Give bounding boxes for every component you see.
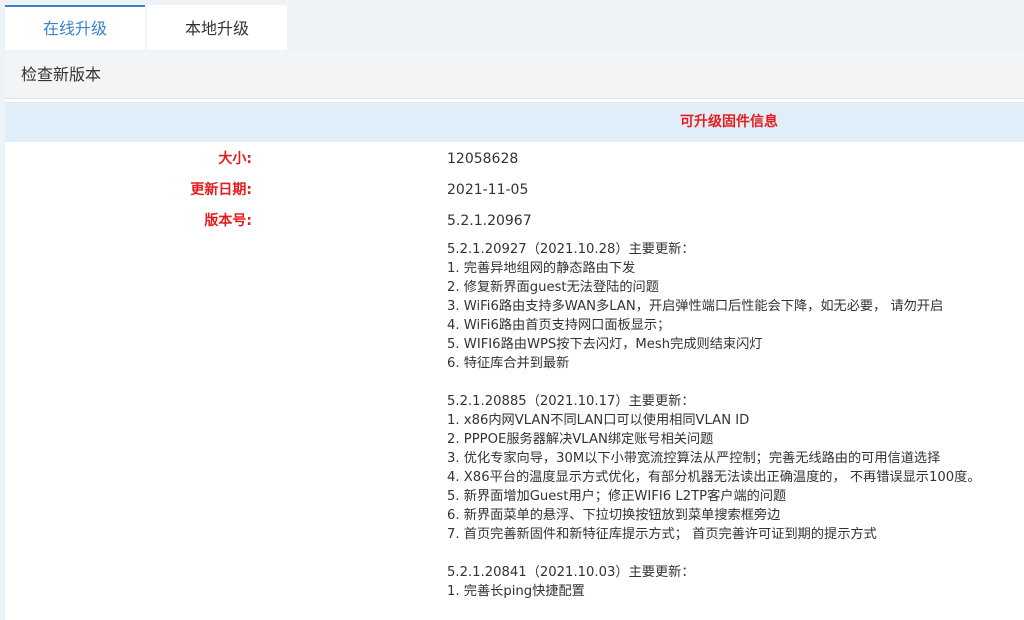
section-title: 检查新版本 [5,52,1024,99]
release-note-item: 2. 修复新界面guest无法登陆的问题 [447,280,659,295]
release-note-item: 3. 优化专家向导，30M以下小带宽流控算法从严控制；完善无线路由的可用信道选择 [447,451,941,466]
tab-local-upgrade[interactable]: 本地升级 [147,5,287,50]
release-notes: 5.2.1.20927（2021.10.28）主要更新： 1. 完善异地组网的静… [447,240,1022,620]
release-note-item: 4. WiFi6路由首页支持网口面板显示； [447,318,671,333]
release-note-title: 5.2.1.20927（2021.10.28）主要更新： [447,242,695,257]
release-note-item: 7. 首页完善新固件和新特征库提示方式； 首页完善许可证到期的提示方式 [447,527,877,542]
tab-bar: 在线升级 本地升级 [0,0,1024,50]
release-note-item: 1. 完善长ping快捷配置 [447,584,585,599]
release-note: 5.2.1.20841（2021.10.03）主要更新： 1. 完善长ping快… [447,563,1022,601]
date-label: 更新日期: [190,182,252,198]
release-note-item: 6. 新界面菜单的悬浮、下拉切换按钮放到菜单搜索框旁边 [447,508,781,523]
release-note-item: 6. 特征库合并到最新 [447,356,570,371]
release-note-item: 1. 完善异地组网的静态路由下发 [447,261,636,276]
size-value: 12058628 [447,151,519,167]
release-note-item: 5. 新界面增加Guest用户；修正WIFI6 L2TP客户端的问题 [447,489,787,504]
release-note-item: 5. WIFI6路由WPS按下去闪灯，Mesh完成则结束闪灯 [447,337,763,352]
release-note: 5.2.1.20885（2021.10.17）主要更新： 1. x86内网VLA… [447,392,1022,544]
tab-online-upgrade[interactable]: 在线升级 [5,5,145,50]
release-note-item: 4. X86平台的温度显示方式优化，有部分机器无法读出正确温度的， 不再错误显示… [447,470,981,485]
upgrade-panel: 检查新版本 可升级固件信息 大小: 12058628 更新日期: 2021-11… [5,52,1024,620]
version-value: 5.2.1.20967 [447,213,532,229]
firmware-info-title: 可升级固件信息 [680,114,778,130]
firmware-info-bar: 可升级固件信息 [5,102,1024,142]
release-note-item: 3. WiFi6路由支持多WAN多LAN，开启弹性端口后性能会下降，如无必要， … [447,299,944,314]
size-row: 大小: 12058628 [5,149,1024,169]
version-label: 版本号: [204,213,252,229]
size-label: 大小: [218,151,252,167]
release-note-title: 5.2.1.20841（2021.10.03）主要更新： [447,565,695,580]
release-note-item: 1. x86内网VLAN不同LAN口可以使用相同VLAN ID [447,413,750,428]
version-row: 版本号: 5.2.1.20967 [5,211,1024,231]
release-note-title: 5.2.1.20885（2021.10.17）主要更新： [447,394,695,409]
release-note: 5.2.1.20927（2021.10.28）主要更新： 1. 完善异地组网的静… [447,240,1022,373]
release-note-item: 2. PPPOE服务器解决VLAN绑定账号相关问题 [447,432,714,447]
date-row: 更新日期: 2021-11-05 [5,180,1024,200]
date-value: 2021-11-05 [447,182,529,198]
